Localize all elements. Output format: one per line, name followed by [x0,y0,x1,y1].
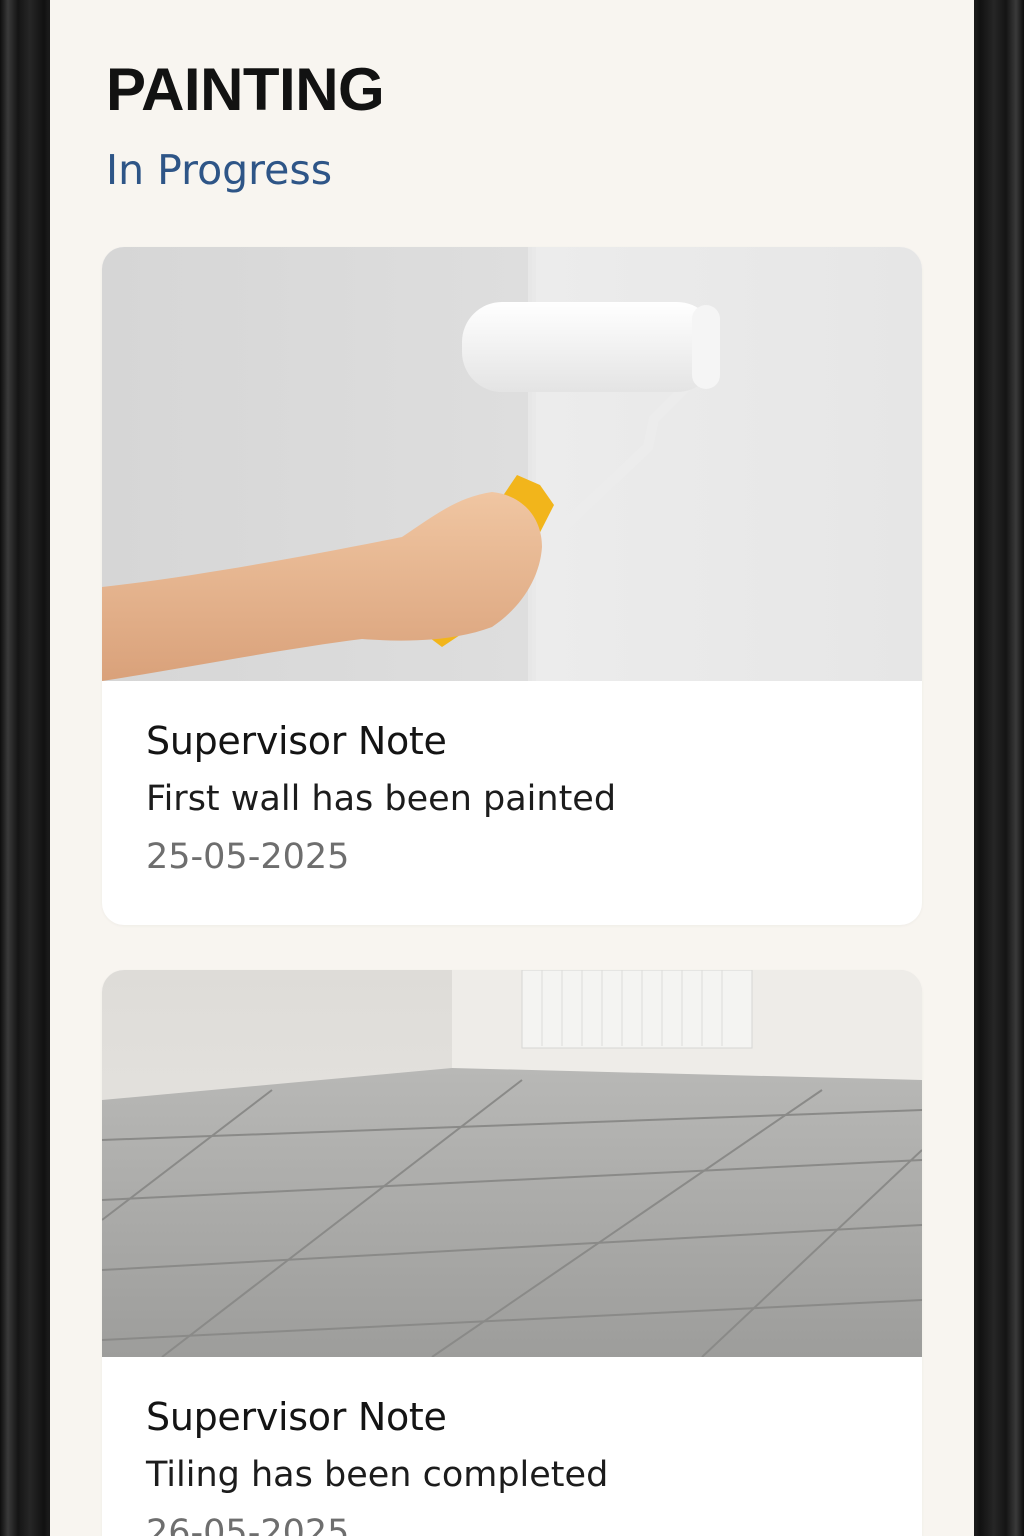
note-text: First wall has been painted [146,779,617,819]
note-date: 25-05-2025 [146,837,350,877]
note-card[interactable]: Supervisor Note Tiling has been complete… [102,970,922,1536]
note-date: 26-05-2025 [146,1513,350,1536]
paint-roller-photo [102,247,922,681]
note-text: Tiling has been completed [146,1455,609,1495]
page-title: PAINTING [106,56,385,123]
app-screen: PAINTING In Progress Supervisor Note Fir… [50,0,974,1536]
note-body: Supervisor Note Tiling has been complete… [102,1395,922,1536]
note-body: Supervisor Note First wall has been pain… [102,719,922,877]
note-label: Supervisor Note [146,719,447,763]
status-label: In Progress [106,146,333,194]
note-card[interactable]: Supervisor Note First wall has been pain… [102,247,922,925]
tiled-floor-photo [102,970,922,1357]
note-label: Supervisor Note [146,1395,447,1439]
